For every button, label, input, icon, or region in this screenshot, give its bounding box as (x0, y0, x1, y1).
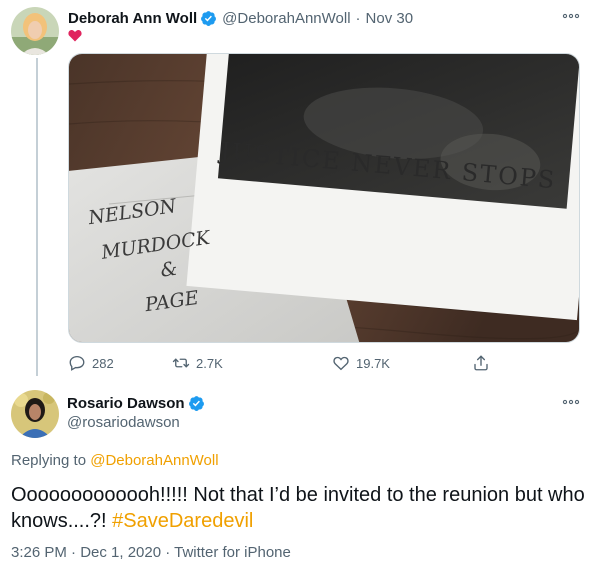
replying-to: Replying to @DeborahAnnWoll (11, 452, 219, 469)
verified-badge-icon (188, 395, 205, 412)
tweet-text: Ooooooooooooh!!!!! Not that I’d be invit… (11, 482, 586, 534)
replying-prefix: Replying to (11, 452, 87, 469)
replying-to-link[interactable]: @DeborahAnnWoll (90, 452, 218, 469)
user-handle[interactable]: @DeborahAnnWoll (222, 10, 350, 27)
avatar-rosario[interactable] (11, 390, 59, 438)
display-name[interactable]: Deborah Ann Woll (68, 10, 197, 27)
tweet-timestamp[interactable]: 3:26 PM · Dec 1, 2020 · Twitter for iPho… (11, 544, 291, 561)
share-icon (474, 355, 488, 371)
avatar-deborah[interactable] (11, 7, 59, 55)
like-button[interactable]: 19.7K (332, 354, 390, 372)
napkin-text-line3: & (159, 258, 179, 282)
tweet1-action-bar: 282 2.7K 19.7K (68, 354, 498, 374)
retweet-icon (172, 358, 190, 368)
retweet-count: 2.7K (196, 355, 223, 371)
reply-count: 282 (92, 355, 114, 371)
display-name[interactable]: Rosario Dawson (67, 395, 185, 412)
tweet-body: Ooooooooooooh!!!!! Not that I’d be invit… (11, 484, 585, 532)
user-handle[interactable]: @rosariodawson (67, 414, 180, 431)
thread-connector-line (36, 58, 38, 376)
separator-dot: · (355, 10, 361, 27)
retweet-button[interactable]: 2.7K (172, 354, 223, 372)
share-button[interactable] (472, 354, 496, 372)
like-count: 19.7K (356, 355, 390, 371)
tweet1-header: Deborah Ann Woll @DeborahAnnWoll · Nov 3… (68, 10, 413, 27)
red-heart-icon (68, 30, 82, 42)
reply-icon (69, 355, 85, 371)
reply-button[interactable]: 282 (68, 354, 114, 372)
verified-badge-icon (200, 10, 217, 27)
tweet2-header: Rosario Dawson (67, 395, 205, 412)
more-options-icon[interactable] (560, 10, 582, 22)
more-options-icon[interactable] (560, 396, 582, 408)
tweet-date[interactable]: Nov 30 (366, 10, 414, 27)
tweet-image[interactable]: JUSTICE NEVER STOPS NELSON MURDOCK & PAG… (68, 53, 580, 343)
hashtag-link[interactable]: #SaveDaredevil (112, 510, 253, 532)
heart-outline-icon (333, 356, 349, 371)
